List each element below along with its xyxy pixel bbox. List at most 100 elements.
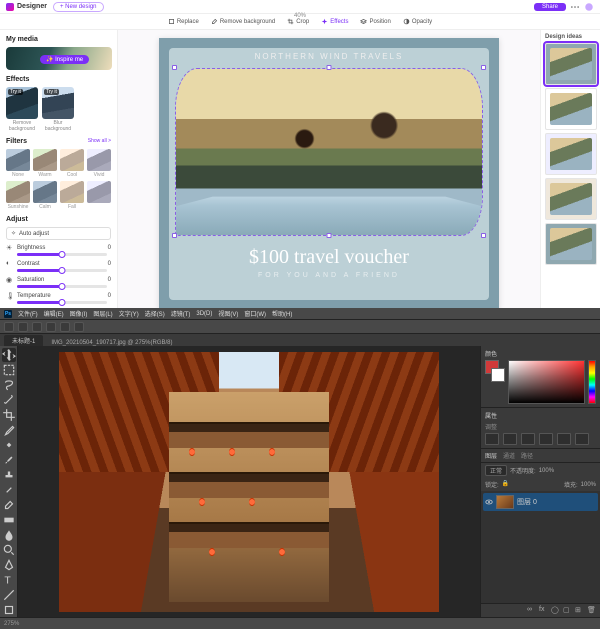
paths-tab[interactable]: 路径 <box>521 451 533 460</box>
filter-cool[interactable]: Cool <box>60 149 84 178</box>
menu-layer[interactable]: 图层(L) <box>93 309 112 318</box>
ps-document-image[interactable] <box>59 352 439 612</box>
contrast-slider[interactable]: ◐Contrast0 <box>6 260 111 272</box>
visibility-icon[interactable] <box>485 498 493 506</box>
crop-tool-icon[interactable] <box>2 408 16 422</box>
menu-type[interactable]: 文字(Y) <box>119 309 139 318</box>
color-picker[interactable] <box>508 360 585 404</box>
resize-handle[interactable] <box>327 65 332 70</box>
fg-bg-swatch[interactable] <box>485 360 505 404</box>
show-all-link[interactable]: Show all > <box>88 138 111 144</box>
layers-tab[interactable]: 图层 <box>485 451 497 460</box>
filter-fall[interactable]: Fall <box>60 181 84 210</box>
filter-vivid[interactable]: Vivid <box>87 149 111 178</box>
heal-tool-icon[interactable] <box>2 438 16 452</box>
opacity-value[interactable]: 100% <box>539 468 554 474</box>
remove-bg-button[interactable]: Remove background <box>208 17 278 26</box>
slider-thumb[interactable] <box>59 299 66 306</box>
option-icon[interactable] <box>60 322 70 332</box>
color-panel-heading[interactable]: 颜色 <box>485 349 596 358</box>
ps-canvas[interactable] <box>18 346 480 617</box>
share-button[interactable]: Share <box>534 3 566 11</box>
folder-icon[interactable]: ▢ <box>563 606 572 615</box>
slider-thumb[interactable] <box>59 267 66 274</box>
menu-filter[interactable]: 滤镜(T) <box>171 309 191 318</box>
adjustments-heading[interactable]: 调整 <box>485 422 596 431</box>
gradient-tool-icon[interactable] <box>2 513 16 527</box>
resize-handle[interactable] <box>172 65 177 70</box>
new-layer-icon[interactable]: ⊞ <box>575 606 584 615</box>
brand-text[interactable]: NORTHERN WIND TRAVELS <box>159 52 499 61</box>
adjust-icon[interactable] <box>539 433 553 445</box>
design-idea-3[interactable] <box>545 133 597 175</box>
blur-tool-icon[interactable] <box>2 528 16 542</box>
saturation-slider[interactable]: ◉Saturation0 <box>6 276 111 288</box>
brightness-slider[interactable]: ☀Brightness0 <box>6 244 111 256</box>
slider-thumb[interactable] <box>59 283 66 290</box>
zoom-indicator[interactable]: 40% <box>294 13 306 19</box>
history-brush-icon[interactable] <box>2 483 16 497</box>
menu-select[interactable]: 选择(S) <box>145 309 165 318</box>
slider-track[interactable] <box>17 301 107 304</box>
menu-window[interactable]: 窗口(W) <box>244 309 266 318</box>
eyedropper-tool-icon[interactable] <box>2 423 16 437</box>
auto-adjust-button[interactable]: ✧ Auto adjust <box>6 227 111 240</box>
filter-more[interactable] <box>87 181 111 210</box>
shape-tool-icon[interactable] <box>2 603 16 617</box>
brush-tool-icon[interactable] <box>2 453 16 467</box>
slider-track[interactable] <box>17 253 107 256</box>
resize-handle[interactable] <box>327 233 332 238</box>
adjust-icon[interactable] <box>503 433 517 445</box>
inspire-me-button[interactable]: ✨ Inspire me <box>40 55 89 64</box>
background-color[interactable] <box>491 368 505 382</box>
link-layers-icon[interactable]: ∞ <box>527 606 536 615</box>
menu-help[interactable]: 帮助(H) <box>272 309 292 318</box>
option-icon[interactable] <box>74 322 84 332</box>
temperature-slider[interactable]: 🌡Temperature0 <box>6 292 111 304</box>
tool-preset-icon[interactable] <box>4 322 14 332</box>
adjust-icon[interactable] <box>557 433 571 445</box>
lasso-tool-icon[interactable] <box>2 378 16 392</box>
design-idea-2[interactable] <box>545 88 597 130</box>
fx-icon[interactable]: fx <box>539 606 548 615</box>
style-blur-bg[interactable]: Try it Blur background <box>42 87 74 132</box>
design-idea-5[interactable] <box>545 223 597 265</box>
dodge-tool-icon[interactable] <box>2 543 16 557</box>
design-canvas[interactable]: NORTHERN WIND TRAVELS $100 travel vou <box>118 30 540 308</box>
move-tool-icon[interactable] <box>2 348 16 362</box>
option-icon[interactable] <box>46 322 56 332</box>
adjust-icon[interactable] <box>575 433 589 445</box>
path-tool-icon[interactable] <box>2 588 16 602</box>
channels-tab[interactable]: 通道 <box>503 451 515 460</box>
option-icon[interactable] <box>18 322 28 332</box>
voucher-title[interactable]: $100 travel voucher <box>159 246 499 269</box>
resize-handle[interactable] <box>481 65 486 70</box>
menu-file[interactable]: 文件(F) <box>18 309 38 318</box>
hue-slider[interactable] <box>588 360 596 404</box>
resize-handle[interactable] <box>172 233 177 238</box>
option-icon[interactable] <box>32 322 42 332</box>
trash-icon[interactable]: 🗑 <box>587 606 596 615</box>
design-idea-1[interactable] <box>545 43 597 85</box>
filter-sunshine[interactable]: Sunshine <box>6 181 30 210</box>
photoshop-logo-icon[interactable]: Ps <box>4 310 12 318</box>
menu-edit[interactable]: 编辑(E) <box>44 309 64 318</box>
blend-mode-select[interactable]: 正常 <box>485 465 507 476</box>
stamp-tool-icon[interactable] <box>2 468 16 482</box>
resize-handle[interactable] <box>481 233 486 238</box>
pen-tool-icon[interactable] <box>2 558 16 572</box>
slider-thumb[interactable] <box>59 251 66 258</box>
fill-value[interactable]: 100% <box>581 482 596 488</box>
effects-button[interactable]: Effects <box>318 17 351 26</box>
type-tool-icon[interactable]: T <box>2 573 16 587</box>
menu-view[interactable]: 视图(V) <box>218 309 238 318</box>
opacity-button[interactable]: Opacity <box>400 17 435 26</box>
properties-heading[interactable]: 属性 <box>485 411 596 420</box>
style-remove-bg[interactable]: Try it Remove background <box>6 87 38 132</box>
menu-3d[interactable]: 3D(D) <box>196 311 212 317</box>
adjust-icon[interactable] <box>521 433 535 445</box>
mask-icon[interactable]: ◯ <box>551 606 560 615</box>
selected-image[interactable] <box>175 68 483 236</box>
voucher-subtitle[interactable]: FOR YOU AND A FRIEND <box>159 272 499 279</box>
menu-image[interactable]: 图像(I) <box>70 309 88 318</box>
